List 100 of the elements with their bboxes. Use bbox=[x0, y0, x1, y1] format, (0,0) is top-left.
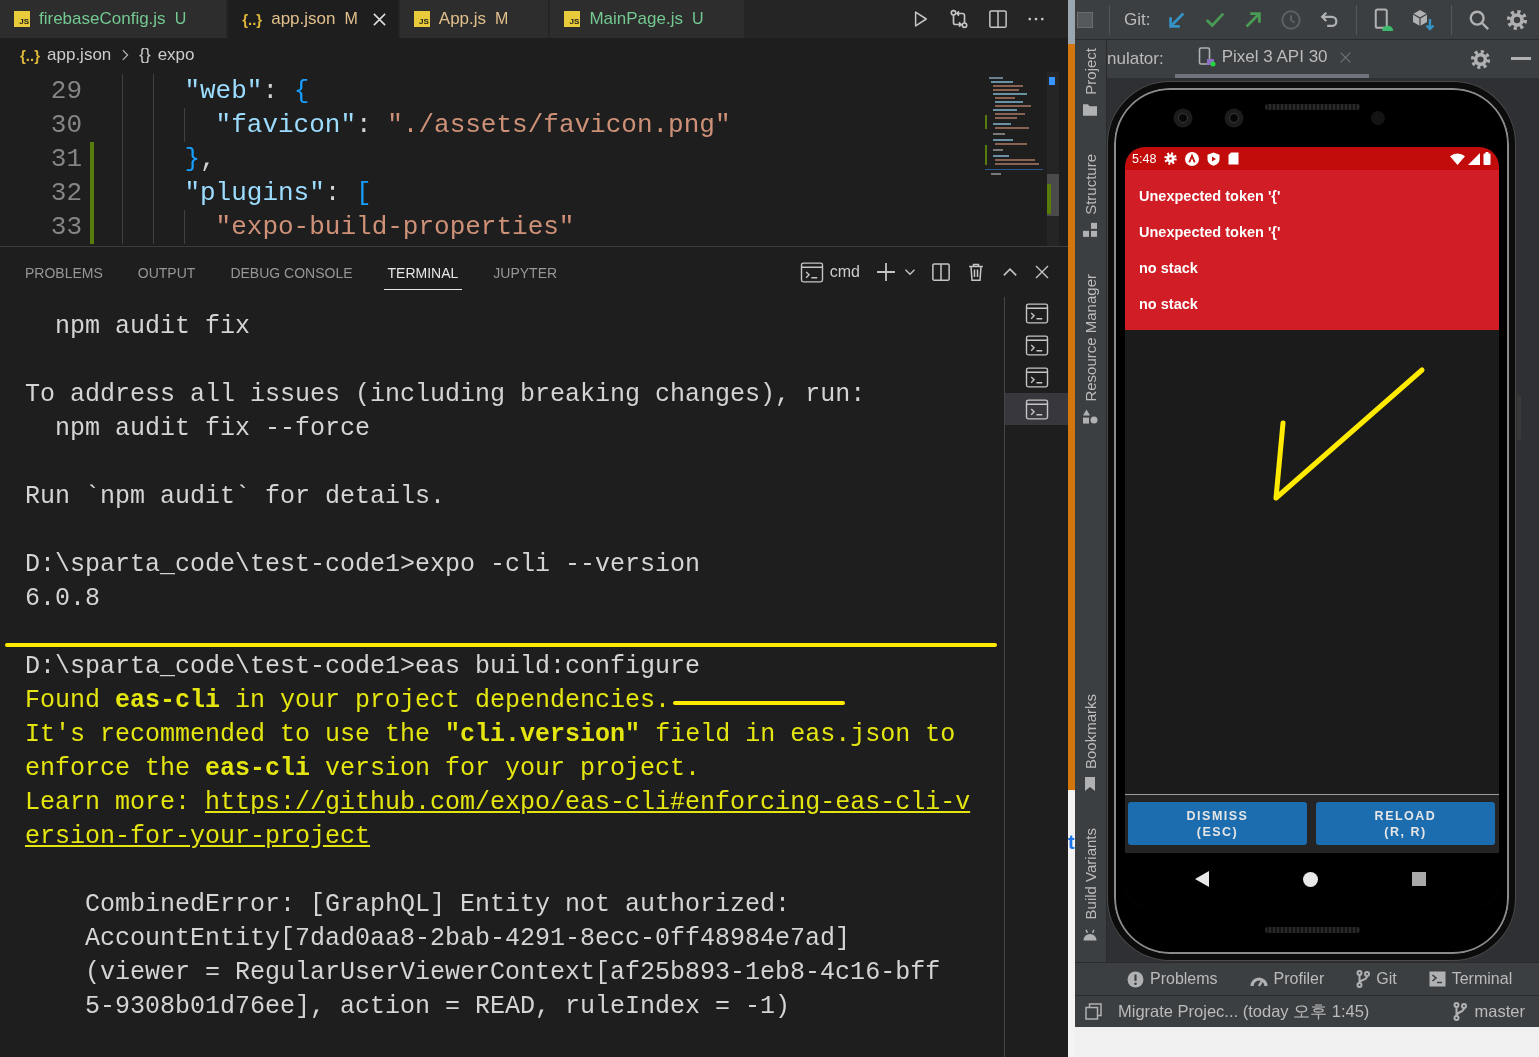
terminal-icon bbox=[1428, 971, 1446, 987]
tool-window-button[interactable]: Terminal bbox=[1428, 970, 1513, 988]
terminal-text: Learn more: bbox=[25, 787, 191, 819]
terminal-text: To address all issues (including breaking changes), run: bbox=[25, 379, 866, 411]
json-file-icon: {..} bbox=[20, 46, 40, 64]
tool-window-button[interactable]: Problems bbox=[1127, 970, 1218, 988]
terminal-text: D:\sparta_code\test-code1>eas build:configure bbox=[25, 651, 701, 683]
branch-icon bbox=[1452, 1002, 1467, 1021]
terminal-text: 6.0.8 bbox=[25, 583, 100, 615]
git-status: U bbox=[691, 10, 704, 28]
editor-tab[interactable]: JS firebaseConfig.js U bbox=[0, 0, 227, 38]
close-icon[interactable] bbox=[1034, 264, 1050, 280]
back-icon[interactable] bbox=[1195, 871, 1209, 887]
terminal-link[interactable]: ersion-for-your-project bbox=[25, 820, 371, 854]
tool-window-button[interactable]: Build Variants bbox=[1082, 827, 1099, 942]
plus-icon[interactable] bbox=[875, 261, 897, 283]
tool-window-button[interactable]: Git bbox=[1356, 970, 1397, 988]
editor-tab[interactable]: {..} app.json M bbox=[228, 0, 398, 38]
terminal-text: It's recommended to use the "cli.version" field in eas.json to bbox=[25, 719, 956, 751]
terminal-icon bbox=[799, 261, 824, 283]
phone-icon[interactable] bbox=[1373, 7, 1396, 32]
panel-tab[interactable]: OUTPUT bbox=[133, 254, 200, 290]
minimize-icon[interactable] bbox=[1511, 57, 1531, 61]
git-status: M bbox=[344, 10, 358, 28]
tool-window-button[interactable]: Project bbox=[1082, 48, 1099, 118]
terminal-text: enforce the eas-cli version for your project. bbox=[25, 753, 701, 785]
code-line: "favicon": "./assets/favicon.png" bbox=[215, 109, 731, 142]
caret-circle-icon bbox=[1185, 151, 1200, 166]
code-line: "web": { bbox=[184, 75, 310, 108]
settings-icon bbox=[1164, 152, 1178, 165]
camera-lens-icon bbox=[1173, 107, 1193, 128]
terminal-text: (viewer = RegularUserViewerContext[af25b893-1eb8-4c16-bff bbox=[85, 957, 941, 989]
terminal-selector[interactable]: cmd bbox=[799, 261, 860, 283]
editor-tab[interactable]: JS MainPage.js U bbox=[550, 0, 744, 38]
terminal-instance[interactable] bbox=[1005, 393, 1068, 425]
terminal-icon bbox=[1024, 366, 1049, 388]
terminal-icon bbox=[1024, 334, 1049, 356]
search-icon[interactable] bbox=[1468, 8, 1491, 31]
panel-tab[interactable]: JUPYTER bbox=[489, 254, 562, 290]
line-number: 30 bbox=[50, 110, 82, 140]
error-message: Unexpected token '{' bbox=[1139, 187, 1281, 206]
battery-icon bbox=[1483, 152, 1491, 165]
terminal-text: D:\sparta_code\test-code1>expo -cli --version bbox=[25, 549, 701, 581]
scrollbar-drawing[interactable] bbox=[1047, 72, 1059, 246]
panel-tab[interactable]: DEBUG CONSOLE bbox=[226, 254, 357, 290]
panel-title: nulator: bbox=[1107, 49, 1164, 69]
js-file-icon: JS bbox=[14, 11, 30, 27]
trash-icon[interactable] bbox=[966, 262, 986, 282]
braces-icon: {} bbox=[139, 45, 151, 65]
json-file-icon: {..} bbox=[242, 10, 263, 28]
code-line: "expo-build-properties" bbox=[215, 211, 575, 244]
terminal-icon bbox=[1024, 302, 1049, 324]
line-number: 31 bbox=[50, 144, 82, 174]
git-compare-icon[interactable] bbox=[948, 8, 970, 30]
phone-button[interactable]: RELOAD (R, R) bbox=[1316, 802, 1495, 845]
folder-icon bbox=[1082, 101, 1099, 118]
editor-tab[interactable]: JS App.js M bbox=[399, 0, 549, 38]
breadcrumb-item[interactable]: expo bbox=[157, 45, 195, 65]
shapes-icon bbox=[1082, 408, 1099, 425]
branch-selector[interactable]: master bbox=[1452, 1002, 1525, 1021]
device-icon bbox=[1197, 47, 1217, 67]
terminal-text: CombinedError: [GraphQL] Entity not authorized: bbox=[85, 889, 791, 921]
git-status: U bbox=[174, 10, 187, 28]
error-message: no stack bbox=[1139, 259, 1198, 278]
status-time: 5:48 bbox=[1132, 151, 1157, 166]
code-line: "plugins": [ bbox=[184, 177, 372, 210]
tool-window-button[interactable]: Structure bbox=[1082, 153, 1099, 238]
settings-icon[interactable] bbox=[1470, 48, 1491, 70]
panel-tab[interactable]: PROBLEMS bbox=[21, 254, 107, 290]
branch-icon bbox=[1356, 970, 1371, 988]
split-editor-icon[interactable] bbox=[988, 9, 1008, 29]
sd-card-icon bbox=[1228, 152, 1240, 165]
home-icon[interactable] bbox=[1303, 871, 1318, 887]
line-number: 32 bbox=[50, 178, 82, 208]
tool-window-button[interactable]: Profiler bbox=[1249, 970, 1325, 988]
wifi-icon bbox=[1450, 152, 1465, 165]
breadcrumb-item[interactable]: app.json bbox=[47, 45, 112, 65]
exclamation-circle-icon bbox=[1127, 970, 1144, 988]
tool-window-button[interactable]: Bookmarks bbox=[1082, 693, 1099, 792]
terminal-link[interactable]: https://github.com/expo/eas-cli#enforcing-eas-cli-v bbox=[205, 786, 971, 820]
tool-window-button[interactable]: Resource Manager bbox=[1082, 273, 1099, 425]
js-file-icon: JS bbox=[564, 11, 581, 27]
settings-icon[interactable] bbox=[1506, 8, 1529, 31]
git-status: M bbox=[495, 10, 509, 28]
terminal-text: AccountEntity[7dad0aa8-2bab-4291-8ecc-0ff48984e7ad] bbox=[85, 923, 851, 955]
terminal-text: Run `npm audit` for details. bbox=[25, 481, 446, 513]
terminal-text: Found eas-cli in your project dependencies. bbox=[25, 685, 671, 717]
panel-tab[interactable]: TERMINAL bbox=[383, 254, 463, 290]
phone-button[interactable]: DISMISS (ESC) bbox=[1128, 802, 1307, 845]
overlapping-squares-icon[interactable] bbox=[1085, 1003, 1102, 1020]
terminal-text: npm audit fix --force bbox=[55, 413, 371, 445]
status-message: Migrate Projec... (today 오후 1:45) bbox=[1118, 1000, 1370, 1022]
line-number: 29 bbox=[50, 76, 82, 106]
signal-icon bbox=[1468, 152, 1480, 165]
cube-download-icon[interactable] bbox=[1411, 7, 1436, 32]
split-icon[interactable] bbox=[931, 262, 951, 282]
line-number: 33 bbox=[50, 212, 82, 242]
terminal-icon bbox=[1024, 398, 1049, 420]
error-message: Unexpected token '{' bbox=[1139, 223, 1281, 242]
terminal-text: 5-9308b01d76ee], action = READ, ruleIndex = -1) bbox=[85, 991, 791, 1023]
